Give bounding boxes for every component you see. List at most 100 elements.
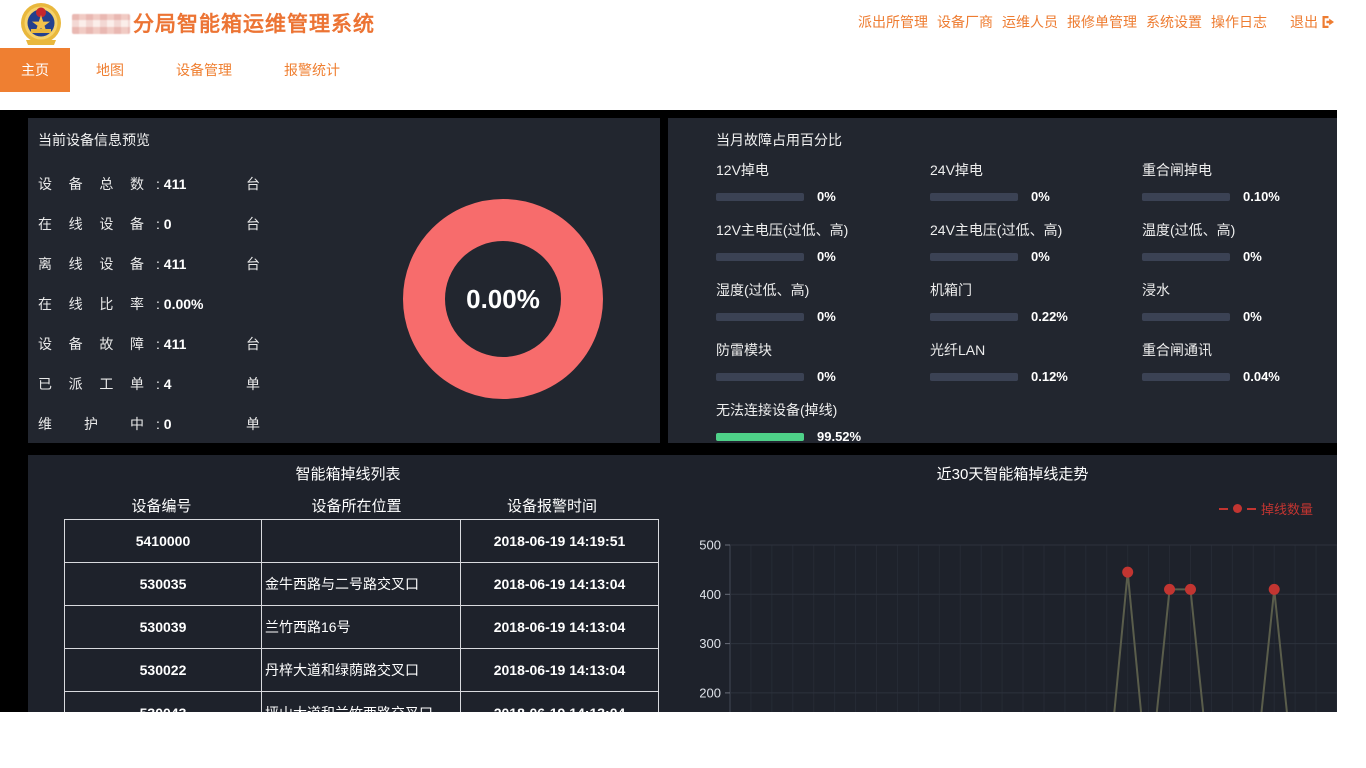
fault-bar-label: 浸水 bbox=[1142, 280, 1280, 300]
data-point[interactable] bbox=[1185, 584, 1196, 595]
table-cell: 530043 bbox=[65, 692, 262, 713]
stat-value: : 0 bbox=[156, 216, 246, 232]
nav-link-2[interactable]: 运维人员 bbox=[1002, 12, 1058, 32]
table-row: 530022丹梓大道和绿荫路交叉口2018-06-19 14:13:04 bbox=[65, 649, 659, 692]
fault-bar-row: 0% bbox=[716, 369, 930, 384]
fault-bar-label: 24V掉电 bbox=[930, 160, 1142, 180]
fault-bar-item: 机箱门0.22% bbox=[930, 280, 1142, 324]
nav-link-5[interactable]: 操作日志 bbox=[1211, 12, 1267, 32]
fault-bar-track bbox=[1142, 193, 1230, 201]
fault-bar-item: 12V掉电 0% bbox=[716, 160, 930, 204]
device-overview-panel: 当前设备信息预览 设备总数: 411台在线设备: 0台离线设备: 411台在线比… bbox=[28, 118, 660, 443]
stat-label: 已派工单 bbox=[38, 374, 144, 394]
fault-bar-label: 防雷模块 bbox=[716, 340, 930, 360]
table-cell: 2018-06-19 14:13:04 bbox=[461, 563, 659, 606]
logout-icon bbox=[1320, 14, 1336, 30]
chart-legend-item[interactable]: 掉线数量 bbox=[1219, 499, 1313, 518]
online-rate-donut: 0.00% bbox=[403, 199, 603, 399]
stat-unit: 单 bbox=[246, 414, 260, 434]
fault-bar-track bbox=[1142, 313, 1230, 321]
fault-bar-track bbox=[716, 313, 804, 321]
stat-row: 已派工单: 4单 bbox=[38, 364, 260, 404]
tab-3[interactable]: 报警统计 bbox=[258, 48, 366, 92]
offline-table-title: 智能箱掉线列表 bbox=[28, 463, 668, 484]
tab-2[interactable]: 设备管理 bbox=[150, 48, 258, 92]
legend-line-icon bbox=[1219, 508, 1228, 510]
fault-percentage-title: 当月故障占用百分比 bbox=[716, 130, 842, 150]
trend-line bbox=[730, 572, 1337, 712]
dashboard-backdrop: 当前设备信息预览 设备总数: 411台在线设备: 0台离线设备: 411台在线比… bbox=[0, 110, 1337, 712]
table-cell: 坪山大道和兰竹西路交叉口 bbox=[262, 692, 461, 713]
nav-link-4[interactable]: 系统设置 bbox=[1146, 12, 1202, 32]
top-nav-links: 派出所管理设备厂商运维人员报修单管理系统设置操作日志 bbox=[858, 12, 1267, 32]
column-header-1: 设备所在位置 bbox=[259, 495, 454, 516]
fault-bar-track bbox=[930, 193, 1018, 201]
offline-trend-chart: 500400300200 bbox=[700, 530, 1337, 712]
stat-value: : 4 bbox=[156, 376, 246, 392]
fault-bar-row: 0.12% bbox=[930, 369, 1142, 384]
fault-bar-row: 99.52% bbox=[716, 429, 930, 444]
fault-percentage-panel: 当月故障占用百分比 12V掉电0%24V掉电0%重合闸掉电0.10%12V主电压… bbox=[668, 118, 1337, 443]
fault-bar-row: 0.10% bbox=[1142, 189, 1280, 204]
fault-bar-percent: 99.52% bbox=[817, 429, 861, 444]
stat-row: 离线设备: 411台 bbox=[38, 244, 260, 284]
stat-label: 维护中 bbox=[38, 414, 144, 434]
fault-bar-percent: 0.10% bbox=[1243, 189, 1280, 204]
stat-row: 设备故障 : 411台 bbox=[38, 324, 260, 364]
y-tick-label: 200 bbox=[700, 685, 721, 700]
stat-unit: 台 bbox=[246, 214, 260, 234]
fault-bar-label: 12V掉电 bbox=[716, 160, 930, 180]
fault-bar-track bbox=[930, 313, 1018, 321]
tab-0[interactable]: 主页 bbox=[0, 48, 70, 92]
fault-bar-percent: 0% bbox=[817, 189, 836, 204]
stat-row: 维护中: 0单 bbox=[38, 404, 260, 444]
stat-unit: 台 bbox=[246, 334, 260, 354]
nav-link-3[interactable]: 报修单管理 bbox=[1067, 12, 1137, 32]
fault-bar-item: 重合闸通讯0.04% bbox=[1142, 340, 1280, 384]
fault-bar-percent: 0% bbox=[817, 249, 836, 264]
fault-bar-fill bbox=[716, 433, 804, 441]
fault-bar-row: 0% bbox=[1142, 249, 1280, 264]
nav-link-0[interactable]: 派出所管理 bbox=[858, 12, 928, 32]
data-point[interactable] bbox=[1164, 584, 1175, 595]
fault-bar-item: 防雷模块 0% bbox=[716, 340, 930, 384]
stat-label: 离线设备 bbox=[38, 254, 144, 274]
data-point[interactable] bbox=[1269, 584, 1280, 595]
fault-bar-percent: 0.04% bbox=[1243, 369, 1280, 384]
police-badge-logo bbox=[20, 2, 62, 47]
data-point[interactable] bbox=[1122, 567, 1133, 578]
y-tick-label: 300 bbox=[700, 636, 721, 651]
table-row: 530043坪山大道和兰竹西路交叉口2018-06-19 14:13:04 bbox=[65, 692, 659, 713]
fault-bar-percent: 0% bbox=[817, 309, 836, 324]
stat-label: 设备故障 bbox=[38, 334, 144, 354]
fault-bar-percent: 0% bbox=[1031, 189, 1050, 204]
stat-value: : 411 bbox=[156, 176, 246, 192]
fault-bar-item: 浸水0% bbox=[1142, 280, 1280, 324]
fault-bar-item: 湿度(过低、高)0% bbox=[716, 280, 930, 324]
main-tabbar: 主页地图设备管理报警统计 bbox=[0, 48, 1366, 92]
fault-bar-item: 光纤LAN0.12% bbox=[930, 340, 1142, 384]
table-cell: 530039 bbox=[65, 606, 262, 649]
stat-unit: 台 bbox=[246, 174, 260, 194]
stat-unit: 台 bbox=[246, 254, 260, 274]
fault-bar-row: 0.04% bbox=[1142, 369, 1280, 384]
fault-bar-row: 0% bbox=[930, 189, 1142, 204]
fault-bar-label: 无法连接设备(掉线) bbox=[716, 400, 930, 420]
fault-bar-percent: 0% bbox=[817, 369, 836, 384]
fault-bar-percent: 0% bbox=[1243, 249, 1262, 264]
fault-bar-row: 0% bbox=[716, 309, 930, 324]
app-header: 分局智能箱运维管理系统 派出所管理设备厂商运维人员报修单管理系统设置操作日志 退… bbox=[0, 0, 1366, 48]
offline-table-headers: 设备编号设备所在位置设备报警时间 bbox=[64, 495, 650, 516]
table-cell: 2018-06-19 14:13:04 bbox=[461, 606, 659, 649]
fault-bar-track bbox=[930, 373, 1018, 381]
tab-1[interactable]: 地图 bbox=[70, 48, 150, 92]
fault-bar-row: 0% bbox=[716, 189, 930, 204]
stat-row: 设备总数: 411台 bbox=[38, 164, 260, 204]
stat-value: : 411 bbox=[156, 336, 246, 352]
fault-bar-label: 温度(过低、高) bbox=[1142, 220, 1280, 240]
stat-label: 在线比率 bbox=[38, 294, 144, 314]
nav-link-1[interactable]: 设备厂商 bbox=[937, 12, 993, 32]
y-tick-label: 400 bbox=[700, 587, 721, 602]
fault-bar-track bbox=[1142, 253, 1230, 261]
logout-button[interactable]: 退出 bbox=[1290, 12, 1336, 32]
